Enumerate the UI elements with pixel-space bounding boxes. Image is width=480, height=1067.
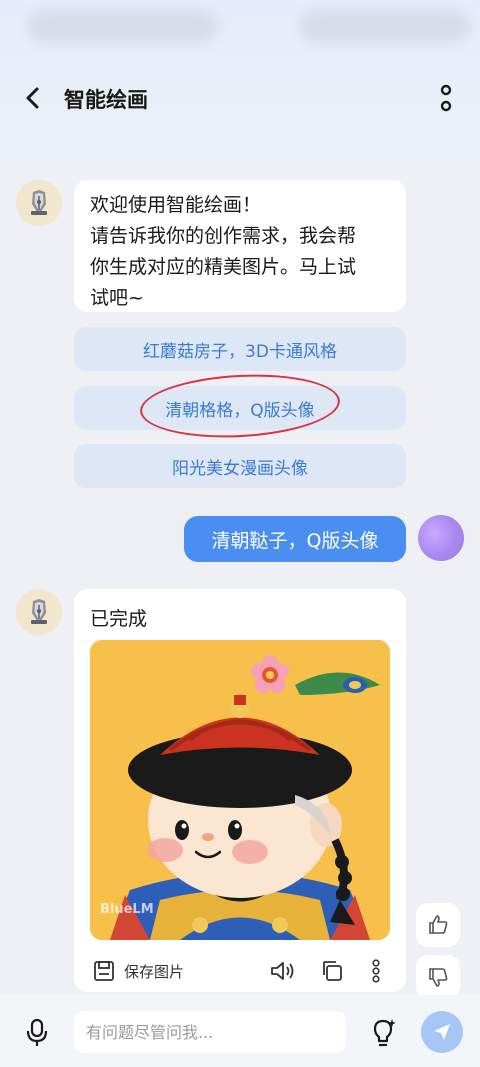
send-button[interactable] [421,1011,463,1053]
bot-avatar [16,180,62,226]
result-status: 已完成 [90,608,148,630]
microphone-icon [26,1018,48,1046]
dislike-button[interactable] [416,955,460,999]
read-aloud-button[interactable] [268,957,296,985]
more-actions-button[interactable] [366,957,386,985]
welcome-line: 试吧~ [90,287,144,309]
thumb-up-icon [429,915,448,934]
save-icon [94,961,114,981]
welcome-line: 请告诉我你的创作需求，我会帮 [90,225,357,247]
thumb-down-icon [429,968,448,987]
vertical-dots-icon [372,959,380,983]
pen-nib-icon [31,190,47,215]
welcome-line: 你生成对应的精美图片。马上试 [90,256,357,278]
input-bar [0,995,480,1067]
inspiration-button[interactable] [366,1015,400,1049]
suggestion-chip[interactable]: 阳光美女漫画头像 [74,444,406,488]
header: 智能绘画 [0,70,480,130]
voice-input-button[interactable] [20,1015,54,1049]
like-button[interactable] [416,903,460,947]
bot-avatar [16,589,62,635]
annotation-circle [138,369,342,443]
welcome-line: 欢迎使用智能绘画！ [90,194,262,216]
generated-image[interactable]: BlueLM [90,640,390,940]
page-title: 智能绘画 [64,88,148,112]
copy-icon [323,961,342,981]
vertical-dots-icon [440,84,452,112]
copy-button[interactable] [318,957,346,985]
save-image-label: 保存图片 [124,963,185,981]
status-bar-blur-right [300,10,470,42]
status-bar-blur [28,10,218,42]
user-message-bubble: 清朝鞑子，Q版头像 [184,516,406,562]
cartoon-qing-boy-illustration [90,640,390,940]
chevron-left-icon [26,87,39,109]
lightbulb-icon [373,1019,396,1047]
speaker-icon [271,962,294,980]
image-watermark: BlueLM [100,902,154,917]
user-avatar [418,515,464,561]
pen-nib-icon [31,599,47,624]
back-button[interactable] [18,82,50,114]
save-image-button[interactable]: 保存图片 [90,955,200,987]
more-button[interactable] [436,82,456,116]
result-action-bar: 保存图片 [90,955,390,987]
suggestion-chip[interactable]: 红蘑菇房子，3D卡通风格 [74,327,406,371]
message-input[interactable] [74,1011,346,1053]
welcome-message: 欢迎使用智能绘画！ 请告诉我你的创作需求，我会帮 你生成对应的精美图片。马上试 … [90,190,390,314]
send-icon [434,1024,450,1040]
